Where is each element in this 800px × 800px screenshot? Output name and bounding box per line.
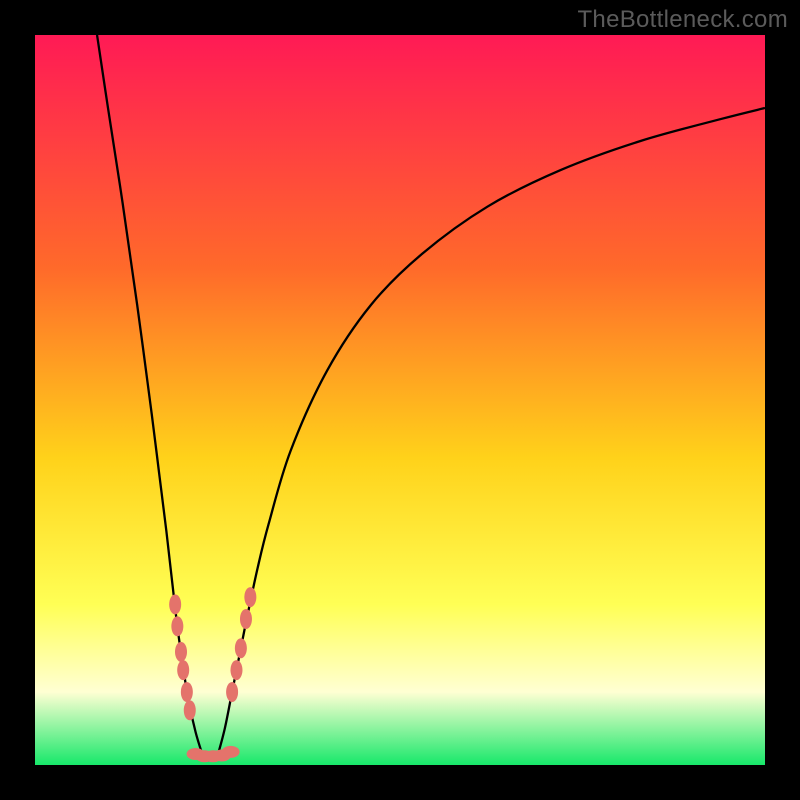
watermark-text: TheBottleneck.com bbox=[577, 6, 788, 34]
bead bbox=[226, 682, 238, 702]
bead bbox=[244, 587, 256, 607]
bead bbox=[240, 609, 252, 629]
bead bbox=[169, 594, 181, 614]
bottleneck-curve bbox=[35, 35, 765, 765]
curve-beads bbox=[169, 587, 256, 762]
bead bbox=[175, 642, 187, 662]
bead bbox=[222, 746, 240, 758]
bead bbox=[235, 638, 247, 658]
bead bbox=[230, 660, 242, 680]
bead bbox=[184, 700, 196, 720]
bead bbox=[177, 660, 189, 680]
bead bbox=[171, 616, 183, 636]
bead bbox=[181, 682, 193, 702]
curve-right-arm bbox=[218, 108, 766, 756]
plot-area bbox=[35, 35, 765, 765]
chart-frame: TheBottleneck.com bbox=[0, 0, 800, 800]
curve-left-arm bbox=[97, 35, 203, 756]
